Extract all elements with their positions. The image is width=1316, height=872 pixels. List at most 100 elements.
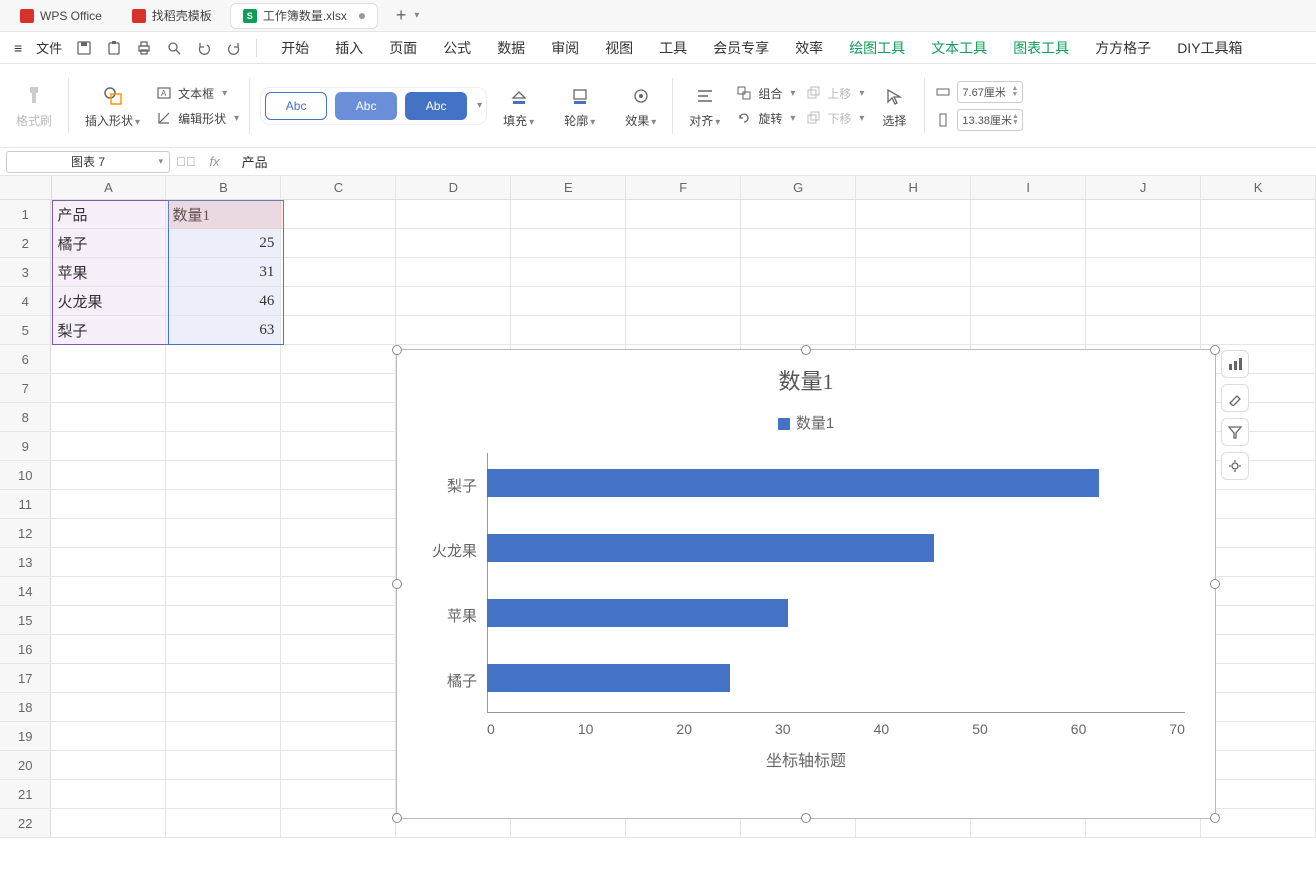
fill-button[interactable]: 填充▾ xyxy=(497,82,540,129)
tab-data[interactable]: 数据 xyxy=(497,38,525,58)
row-header[interactable]: 2 xyxy=(0,229,51,257)
tab-review[interactable]: 审阅 xyxy=(551,38,579,58)
spreadsheet-grid[interactable]: A B C D E F G H I J K 1产品数量12橘子253苹果314火… xyxy=(0,176,1316,872)
width-input[interactable]: 7.67厘米▲▼ xyxy=(935,81,1023,103)
cell[interactable] xyxy=(1201,809,1316,837)
cell[interactable]: 梨子 xyxy=(51,316,166,344)
cell[interactable] xyxy=(166,693,281,721)
cell[interactable] xyxy=(1201,693,1316,721)
cell[interactable] xyxy=(1201,374,1316,402)
spinner-icon[interactable]: ▲▼ xyxy=(1012,114,1019,126)
save-icon[interactable] xyxy=(76,40,92,56)
cell[interactable] xyxy=(1086,229,1201,257)
cell[interactable] xyxy=(1201,229,1316,257)
cell[interactable] xyxy=(1201,635,1316,663)
chevron-down-icon[interactable]: ▾ xyxy=(477,100,482,111)
cell[interactable] xyxy=(1086,287,1201,315)
cell[interactable] xyxy=(166,606,281,634)
cell[interactable] xyxy=(51,374,166,402)
cell[interactable] xyxy=(626,287,741,315)
tab-member[interactable]: 会员专享 xyxy=(713,38,769,58)
chart-legend[interactable]: 数量1 xyxy=(397,412,1215,433)
col-header[interactable]: D xyxy=(396,176,511,199)
cell[interactable] xyxy=(396,229,511,257)
cell[interactable] xyxy=(51,403,166,431)
cell[interactable] xyxy=(166,432,281,460)
undo-icon[interactable] xyxy=(196,40,212,56)
cell[interactable] xyxy=(396,200,511,228)
tab-formula[interactable]: 公式 xyxy=(443,38,471,58)
hamburger-icon[interactable]: ≡ xyxy=(14,40,22,56)
row-header[interactable]: 17 xyxy=(0,664,51,692)
cell[interactable] xyxy=(51,432,166,460)
tab-start[interactable]: 开始 xyxy=(281,38,309,58)
col-header[interactable]: C xyxy=(281,176,396,199)
x-axis-title[interactable]: 坐标轴标题 xyxy=(397,747,1215,771)
chart-object[interactable]: 数量1 数量1 梨子火龙果苹果橘子 010203040506070 坐标轴标题 xyxy=(396,349,1216,819)
cell[interactable]: 橘子 xyxy=(51,229,166,257)
cell[interactable] xyxy=(626,200,741,228)
cell[interactable]: 苹果 xyxy=(51,258,166,286)
tab-texttool[interactable]: 文本工具 xyxy=(931,38,987,58)
cell[interactable] xyxy=(166,403,281,431)
height-input[interactable]: 13.38厘米▲▼ xyxy=(935,109,1023,131)
cell[interactable] xyxy=(51,809,166,837)
tab-document[interactable]: S 工作簿数量.xlsx xyxy=(230,3,378,29)
cell[interactable] xyxy=(1201,461,1316,489)
cell[interactable]: 25 xyxy=(166,229,281,257)
cell[interactable]: 46 xyxy=(166,287,281,315)
row-header[interactable]: 9 xyxy=(0,432,51,460)
cell[interactable] xyxy=(971,229,1086,257)
cell[interactable] xyxy=(281,432,396,460)
rotate-button[interactable]: 旋转▾ xyxy=(736,110,795,127)
chart-elements-button[interactable] xyxy=(1221,350,1249,378)
cell[interactable] xyxy=(166,548,281,576)
cell[interactable] xyxy=(626,229,741,257)
chart-settings-button[interactable] xyxy=(1221,452,1249,480)
cell[interactable] xyxy=(281,780,396,808)
bar[interactable] xyxy=(487,664,730,692)
shape-style-2[interactable]: Abc xyxy=(335,92,397,120)
tab-square[interactable]: 方方格子 xyxy=(1095,38,1151,58)
row-header[interactable]: 13 xyxy=(0,548,51,576)
cell[interactable]: 产品 xyxy=(51,200,166,228)
cell[interactable] xyxy=(1201,780,1316,808)
resize-handle[interactable] xyxy=(801,813,811,823)
chart-filter-button[interactable] xyxy=(1221,418,1249,446)
cell[interactable] xyxy=(51,635,166,663)
cell[interactable] xyxy=(281,751,396,779)
cell[interactable] xyxy=(626,258,741,286)
file-menu[interactable]: 文件 xyxy=(36,38,62,57)
tab-view[interactable]: 视图 xyxy=(605,38,633,58)
row-header[interactable]: 7 xyxy=(0,374,51,402)
resize-handle[interactable] xyxy=(392,813,402,823)
cell[interactable] xyxy=(741,229,856,257)
cell[interactable] xyxy=(971,287,1086,315)
cell[interactable] xyxy=(51,664,166,692)
cell[interactable] xyxy=(51,461,166,489)
row-header[interactable]: 21 xyxy=(0,780,51,808)
cell[interactable] xyxy=(166,490,281,518)
cell[interactable] xyxy=(1086,258,1201,286)
cell[interactable] xyxy=(511,200,626,228)
row-header[interactable]: 8 xyxy=(0,403,51,431)
cell[interactable] xyxy=(1201,519,1316,547)
fx-icon[interactable]: fx xyxy=(210,154,220,169)
cell[interactable] xyxy=(741,258,856,286)
col-header[interactable]: G xyxy=(741,176,856,199)
cell[interactable] xyxy=(281,461,396,489)
cell[interactable] xyxy=(281,200,396,228)
resize-handle[interactable] xyxy=(392,579,402,589)
resize-handle[interactable] xyxy=(1210,579,1220,589)
cell[interactable] xyxy=(626,316,741,344)
cell[interactable] xyxy=(1201,548,1316,576)
row-header[interactable]: 1 xyxy=(0,200,51,228)
textbox-button[interactable]: A 文本框▾ xyxy=(156,85,239,102)
cell[interactable] xyxy=(51,548,166,576)
cell[interactable] xyxy=(281,287,396,315)
tab-diy[interactable]: DIY工具箱 xyxy=(1177,38,1242,58)
bar[interactable] xyxy=(487,534,934,562)
cell[interactable] xyxy=(166,780,281,808)
cell[interactable] xyxy=(511,258,626,286)
cell[interactable] xyxy=(856,200,971,228)
